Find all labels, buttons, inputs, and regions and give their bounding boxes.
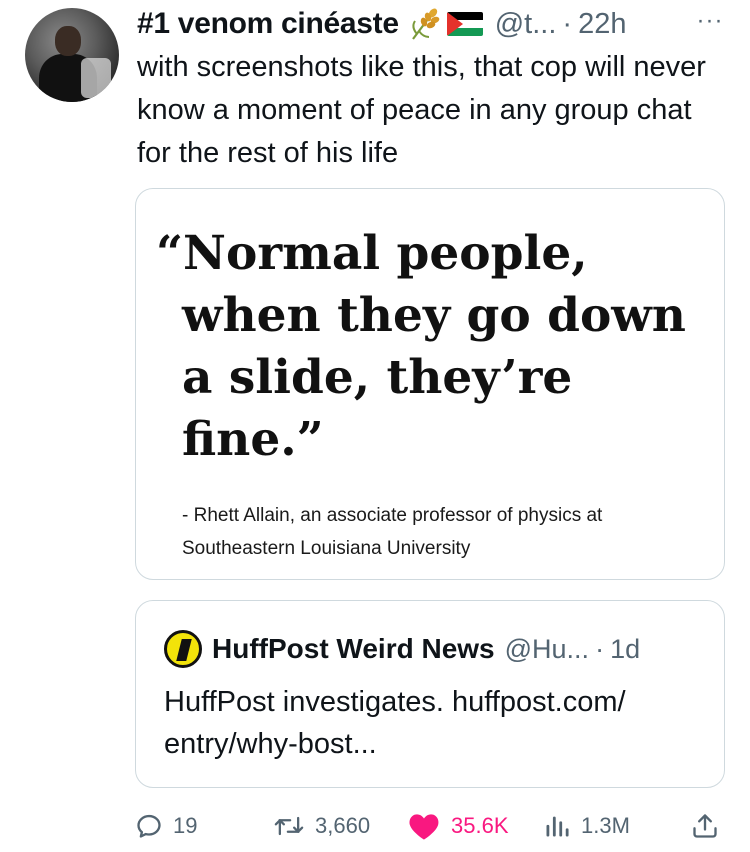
share-icon [693,814,717,838]
image-quote-line: a slide, they’re [182,350,573,405]
author-name[interactable]: #1 venom cinéaste [137,7,399,41]
image-quote: “Normal people, when they go down a slid… [156,223,686,471]
quoted-tweet-time: 1d [610,633,641,664]
action-bar: 19 3,660 35.6K 1.3M [135,806,725,846]
quoted-author-name: HuffPost Weird News [212,633,495,664]
avatar[interactable] [25,8,119,102]
retweet-icon [274,816,304,836]
retweet-button[interactable]: 3,660 [273,806,370,846]
tweet-time[interactable]: 22h [578,8,626,41]
quoted-author-handle: @Hu... [504,633,590,664]
reply-count: 19 [173,813,198,838]
quoted-tweet-card[interactable]: HuffPost Weird News @Hu... · 1d HuffPost… [135,600,725,788]
quoted-tweet-body: HuffPost investigates. huffpost.com/ ent… [164,686,626,760]
image-attribution: - Rhett Allain, an associate professor o… [182,505,603,559]
image-quote-line: fine.” [182,412,324,467]
avatar-figure-head [55,26,81,56]
retweet-count: 3,660 [315,813,371,838]
views-icon [546,816,569,837]
views-button[interactable]: 1.3M [543,806,630,846]
tweet-header: #1 venom cinéaste @t... · 22h [137,4,626,44]
huffpost-logo-icon [164,630,202,668]
like-count: 35.6K [451,813,509,838]
like-button[interactable]: 35.6K [407,806,509,846]
reply-button[interactable]: 19 [135,806,197,846]
more-icon[interactable]: ··· [690,6,730,36]
wheat-icon [411,8,440,40]
share-button[interactable] [691,806,719,846]
quoted-tweet-header: HuffPost Weird News @Hu... · 1d [164,629,640,669]
tweet-body: with screenshots like this, that cop wil… [137,51,706,169]
author-handle[interactable]: @t... [495,8,557,41]
attached-image[interactable]: “Normal people, when they go down a slid… [135,188,725,580]
view-count: 1.3M [581,813,630,838]
image-quote-line: “Normal people, [156,226,588,281]
time-separator: · [562,7,573,40]
quoted-time-separator: · [595,633,605,664]
palestine-flag-icon [446,12,483,36]
like-icon [409,814,439,840]
image-quote-line: when they go down [182,288,686,343]
reply-icon [137,814,161,838]
avatar-figure-bag [81,58,111,98]
